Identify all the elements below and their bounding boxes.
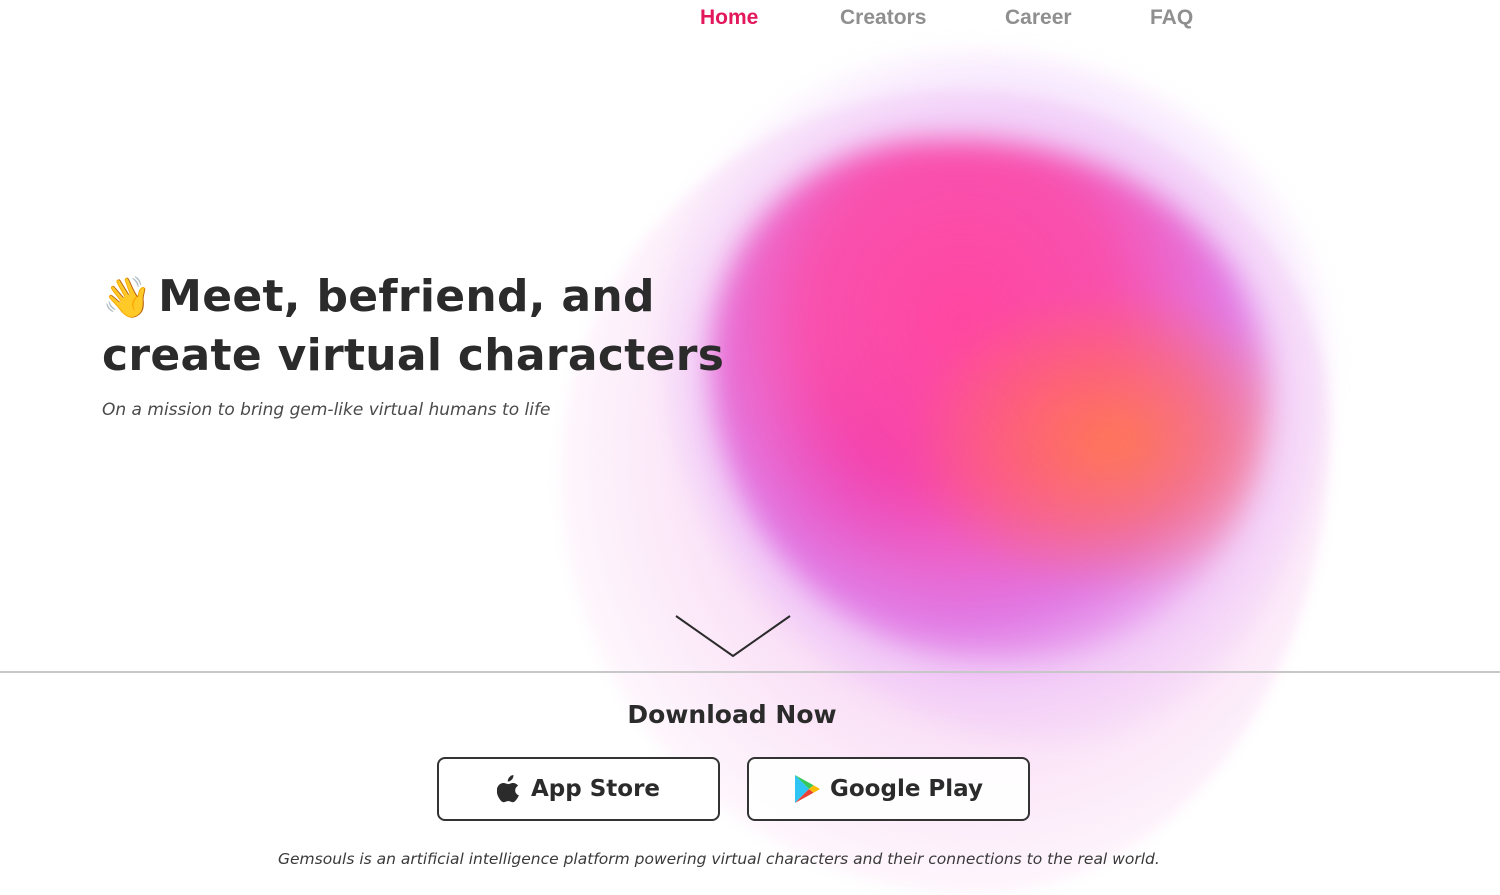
blob-violet-accent — [760, 330, 1000, 570]
platform-description: Gemsouls is an artificial intelligence p… — [278, 850, 1160, 868]
hero-title-line2: create virtual characters — [102, 330, 725, 381]
apple-logo-icon — [496, 775, 521, 803]
download-title: Download Now — [627, 700, 837, 729]
google-play-label: Google Play — [830, 776, 983, 802]
chevron-down-icon[interactable] — [672, 612, 794, 662]
hero-title-line1: Meet, befriend, and — [158, 271, 655, 322]
hero-subtitle: On a mission to bring gem-like virtual h… — [102, 400, 551, 420]
section-divider — [0, 671, 1500, 673]
nav-item-career[interactable]: Career — [1005, 4, 1072, 32]
nav-item-creators[interactable]: Creators — [840, 4, 926, 32]
waving-hand-icon: 👋 — [102, 275, 153, 321]
app-store-button[interactable]: App Store — [437, 757, 720, 821]
google-play-button[interactable]: Google Play — [747, 757, 1030, 821]
nav-item-faq[interactable]: FAQ — [1150, 4, 1193, 32]
nav-item-home[interactable]: Home — [700, 4, 758, 32]
blob-core — [710, 140, 1270, 660]
hero-title: 👋 Meet, befriend, and create virtual char… — [102, 268, 724, 385]
app-store-label: App Store — [530, 776, 661, 802]
google-play-icon — [794, 774, 820, 804]
